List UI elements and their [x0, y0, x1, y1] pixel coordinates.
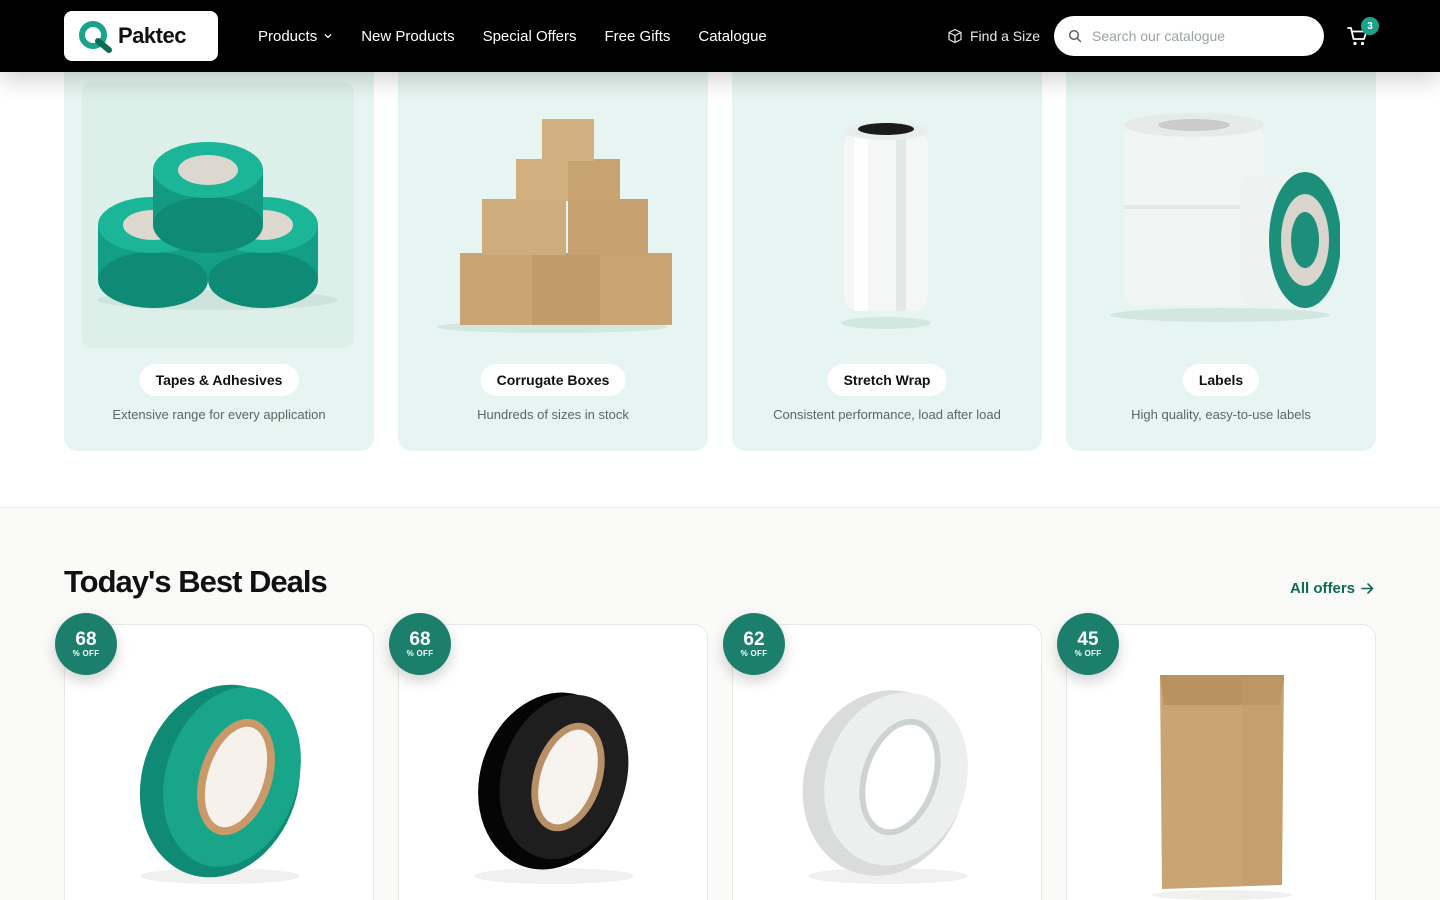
site-header: Paktec Products New Products Special Off… [0, 0, 1440, 72]
brand-logo[interactable]: Paktec [64, 11, 218, 61]
stretch-wrap-image [750, 82, 1022, 348]
discount-value: 62 [743, 628, 765, 650]
nav-products-label: Products [258, 27, 318, 45]
boxes-image [416, 82, 688, 348]
black-tape-image [439, 661, 669, 900]
category-card-tapes[interactable]: Tapes & Adhesives Extensive range for ev… [64, 60, 374, 451]
category-description: Hundreds of sizes in stock [477, 407, 629, 422]
section-title: Today's Best Deals [64, 564, 328, 599]
category-cards: Tapes & Adhesives Extensive range for ev… [64, 60, 1376, 451]
deal-cards: 68 % OFF 68 % OFF 62 % OFF 45 % OFF [55, 613, 1376, 900]
all-offers-link[interactable]: All offers [1290, 580, 1374, 597]
category-card-stretch-wrap[interactable]: Stretch Wrap Consistent performance, loa… [732, 60, 1042, 451]
green-tape-image [105, 661, 335, 900]
black-tape-illustration [474, 692, 634, 884]
category-title: Labels [1182, 364, 1260, 396]
discount-label: % OFF [406, 648, 434, 658]
tapes-image [82, 82, 354, 348]
stretch-wrap-illustration [841, 122, 931, 329]
category-description: High quality, easy-to-use labels [1131, 407, 1311, 422]
chevron-down-icon [324, 34, 332, 39]
discount-value: 45 [1077, 628, 1099, 650]
deal-card[interactable]: 68 % OFF [389, 613, 708, 900]
clear-tape-image [773, 661, 1003, 900]
category-title: Tapes & Adhesives [139, 364, 299, 396]
category-description: Extensive range for every application [112, 407, 326, 422]
tape-rolls-illustration [98, 142, 338, 310]
green-tape-illustration [139, 684, 301, 884]
search-box [1054, 16, 1324, 56]
nav-products[interactable]: Products [258, 28, 333, 45]
find-a-size-label: Find a Size [970, 28, 1041, 44]
discount-label: % OFF [740, 648, 768, 658]
discount-value: 68 [75, 628, 97, 650]
nav-catalogue[interactable]: Catalogue [698, 28, 766, 45]
kraft-mailer-illustration [1152, 675, 1292, 900]
label-rolls-illustration [1110, 113, 1340, 322]
nav-special-offers[interactable]: Special Offers [483, 28, 577, 45]
best-deals-section: Today's Best Deals All offers 68 % OFF 6… [0, 507, 1440, 900]
category-card-boxes[interactable]: Corrugate Boxes Hundreds of sizes in sto… [398, 60, 708, 451]
nav-new-products[interactable]: New Products [361, 28, 454, 45]
arrow-right-icon [1361, 583, 1374, 594]
cart-count-badge: 3 [1361, 17, 1379, 35]
category-title: Stretch Wrap [827, 364, 947, 396]
box-stack-illustration [437, 119, 672, 333]
search-input[interactable] [1092, 28, 1302, 44]
labels-image [1084, 82, 1356, 348]
brand-name: Paktec [118, 23, 186, 48]
box-icon [948, 28, 962, 44]
discount-value: 68 [409, 628, 431, 650]
paktec-logo-icon [79, 21, 112, 53]
all-offers-label: All offers [1290, 580, 1356, 597]
clear-tape-illustration [802, 690, 968, 884]
deal-card[interactable]: 68 % OFF [55, 613, 374, 900]
discount-label: % OFF [1074, 648, 1102, 658]
main-nav: Products New Products Special Offers Fre… [258, 0, 767, 72]
category-card-labels[interactable]: Labels High quality, easy-to-use labels [1066, 60, 1376, 451]
deal-card[interactable]: 62 % OFF [723, 613, 1042, 900]
search-icon [1068, 29, 1082, 43]
find-a-size-link[interactable]: Find a Size [947, 0, 1040, 72]
category-description: Consistent performance, load after load [773, 407, 1001, 422]
nav-free-gifts[interactable]: Free Gifts [605, 28, 671, 45]
kraft-mailer-image [1107, 661, 1337, 900]
deal-card[interactable]: 45 % OFF [1057, 613, 1376, 900]
category-title: Corrugate Boxes [480, 364, 626, 396]
discount-label: % OFF [72, 648, 100, 658]
